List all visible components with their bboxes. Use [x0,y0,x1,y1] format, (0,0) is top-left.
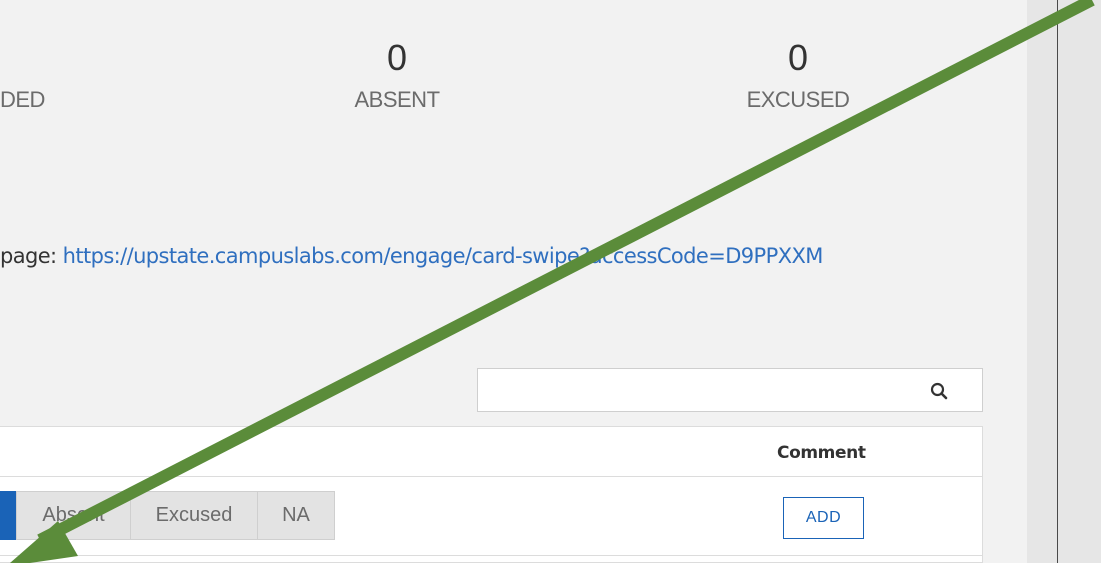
attendance-page: DED 0 ABSENT 0 EXCUSED page: https://ups… [0,0,1027,563]
stat-count-excused: 0 [787,37,809,78]
access-code-line: page: https://upstate.campuslabs.com/eng… [0,244,823,268]
header-divider [0,476,983,477]
attendance-option-attended[interactable] [0,491,16,540]
panel-divider [1057,0,1058,563]
column-header-comment: Comment [777,443,866,463]
access-code-prefix: page: [0,244,63,268]
attendance-option-excused[interactable]: Excused [130,491,258,540]
search-input[interactable] [478,369,918,411]
add-comment-button[interactable]: ADD [783,497,864,539]
stat-label-absent: ABSENT [354,87,440,112]
attendance-option-na[interactable]: NA [257,491,335,540]
stat-count-absent: 0 [386,37,408,78]
attendance-option-absent[interactable]: Absent [16,491,131,540]
search-box [477,368,983,412]
row-divider [0,555,983,556]
stat-label-attended: DED [0,87,45,112]
search-icon[interactable] [930,382,948,400]
right-scroll-panel [1027,0,1101,563]
card-swipe-link[interactable]: https://upstate.campuslabs.com/engage/ca… [63,244,824,268]
stat-label-excused: EXCUSED [746,87,850,112]
